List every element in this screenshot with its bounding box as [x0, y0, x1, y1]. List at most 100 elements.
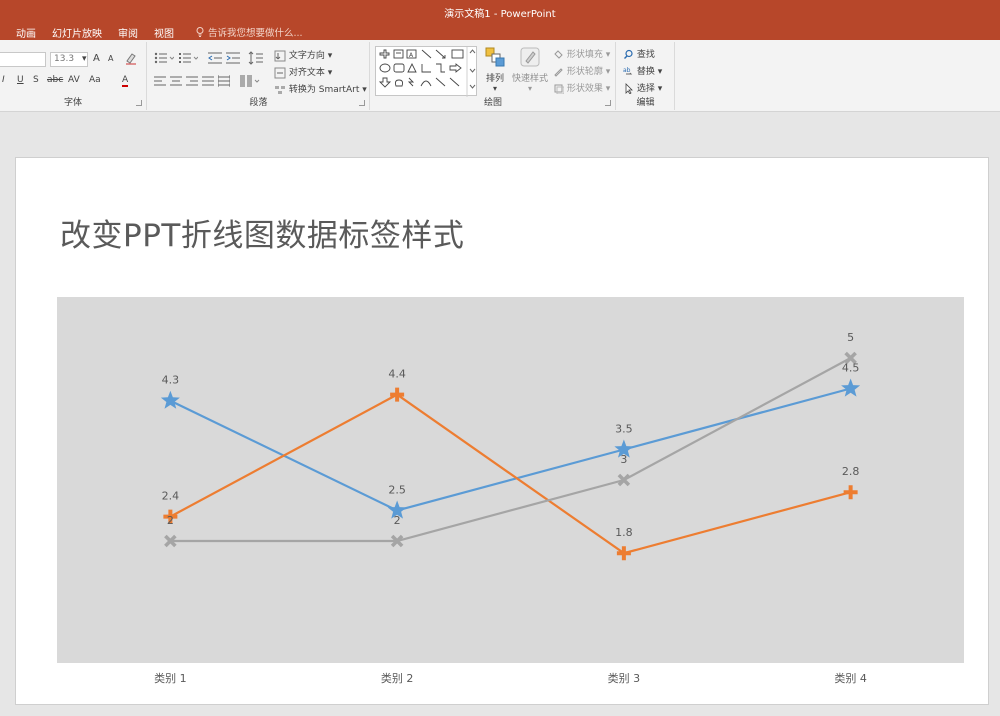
editing-group-label: 编辑 — [636, 98, 655, 108]
effects-icon — [554, 84, 564, 94]
paint-bucket-icon — [554, 50, 563, 59]
underline-button[interactable]: U — [17, 75, 24, 85]
drawing-dialog-launcher[interactable] — [605, 100, 611, 106]
tab-animations[interactable]: 动画 — [0, 25, 44, 40]
align-text-label: 对齐文本 — [288, 68, 325, 78]
pencil-icon — [554, 68, 563, 77]
font-group: 13.3 ▾ A A I U S abc AV Aa A 字体 — [0, 42, 147, 110]
text-direction-button[interactable]: 文字方向 ▾ — [274, 48, 332, 62]
shrink-font-button[interactable]: A — [108, 54, 113, 63]
font-size-dropdown-icon[interactable]: ▾ — [82, 54, 87, 64]
bullets-icon[interactable] — [154, 52, 175, 67]
font-name-field[interactable] — [0, 52, 46, 67]
decrease-indent-icon[interactable] — [208, 52, 222, 67]
ribbon-tabs: 动画 幻灯片放映 审阅 视图 告诉我您想要做什么... — [0, 24, 303, 40]
cursor-icon — [625, 83, 633, 94]
slide[interactable]: 改变PPT折线图数据标签样式 4.3 2.5 3.5 4.5 2.4 4.4 1.8 2.8 2… — [15, 157, 989, 705]
shapes-gallery[interactable]: A — [375, 46, 477, 97]
data-point-series1-1[interactable] — [160, 390, 180, 409]
data-label-series1-4[interactable]: 4.5 — [842, 362, 860, 375]
quick-styles-icon — [520, 47, 540, 67]
data-label-series2-2[interactable]: 4.4 — [388, 368, 406, 381]
data-label-series1-3[interactable]: 3.5 — [615, 423, 633, 436]
line-spacing-icon[interactable] — [248, 51, 268, 68]
strikethrough-button[interactable]: abc — [47, 75, 63, 85]
data-label-layer: 4.3 2.5 3.5 4.5 2.4 4.4 1.8 2.8 2 2 3 5 — [162, 331, 860, 539]
category-label-2[interactable]: 类别 2 — [381, 671, 414, 685]
select-label: 选择 — [636, 84, 655, 94]
search-icon — [624, 49, 633, 59]
category-axis: 类别 1 类别 2 类别 3 类别 4 — [154, 671, 867, 685]
shadow-button[interactable]: S — [33, 75, 39, 85]
find-label: 查找 — [636, 50, 655, 60]
align-left-icon[interactable] — [154, 75, 166, 90]
shape-effects-label: 形状效果 — [566, 84, 603, 94]
distributed-icon[interactable] — [217, 75, 231, 90]
title-bar: 演示文稿1 - PowerPoint 动画 幻灯片放映 审阅 视图 告诉我您想要… — [0, 0, 1000, 40]
justify-icon[interactable] — [202, 75, 214, 90]
drawing-group-label: 绘图 — [483, 98, 502, 108]
category-label-1[interactable]: 类别 1 — [154, 671, 187, 685]
columns-icon[interactable] — [240, 75, 260, 90]
data-label-series2-3[interactable]: 1.8 — [615, 526, 633, 539]
category-label-4[interactable]: 类别 4 — [834, 671, 867, 685]
category-label-3[interactable]: 类别 3 — [608, 671, 641, 685]
grow-font-button[interactable]: A — [93, 53, 100, 64]
replace-label: 替换 — [636, 67, 655, 77]
tell-me-box[interactable]: 告诉我您想要做什么... — [182, 25, 303, 39]
change-case-button[interactable]: Aa — [89, 75, 101, 85]
ribbon: 13.3 ▾ A A I U S abc AV Aa A 字体 文字方向 ▾ 对… — [0, 40, 1000, 112]
data-point-series1-4[interactable] — [841, 378, 861, 397]
italic-button[interactable]: I — [2, 75, 5, 85]
data-label-series3-2[interactable]: 2 — [394, 514, 401, 527]
shape-fill-button[interactable]: 形状填充 ▾ — [553, 47, 610, 60]
convert-smartart-label: 转换为 SmartArt — [288, 85, 360, 95]
clear-format-icon[interactable] — [124, 51, 138, 68]
data-label-series1-1[interactable]: 4.3 — [162, 374, 180, 387]
find-button[interactable]: 查找 — [623, 47, 655, 60]
paragraph-dialog-launcher[interactable] — [359, 100, 365, 106]
replace-button[interactable]: ab 替换 ▾ — [623, 64, 662, 77]
replace-icon: ab — [623, 67, 633, 75]
numbering-icon[interactable] — [178, 52, 199, 67]
char-spacing-button[interactable]: AV — [68, 75, 80, 85]
arrange-button[interactable]: 排列 ▾ — [483, 46, 507, 93]
select-button[interactable]: 选择 ▾ — [623, 81, 662, 94]
shape-fill-label: 形状填充 — [566, 50, 603, 60]
data-label-series3-4[interactable]: 5 — [847, 331, 854, 344]
data-label-series3-3[interactable]: 3 — [620, 453, 627, 466]
data-point-series2-4[interactable] — [843, 485, 858, 500]
editing-group: 查找 ab 替换 ▾ 选择 ▾ 编辑 — [617, 42, 675, 110]
data-label-series2-4[interactable]: 2.8 — [842, 465, 860, 478]
align-text-button[interactable]: 对齐文本 ▾ — [274, 65, 332, 79]
lightbulb-icon — [196, 27, 204, 37]
paragraph-group-label: 段落 — [249, 98, 268, 108]
shape-effects-button[interactable]: 形状效果 ▾ — [553, 81, 610, 94]
align-right-icon[interactable] — [186, 75, 198, 90]
drawing-group: A 排列 ▾ 快速样式 ▾ 形状填充 ▾ 形状轮廓 ▾ 形状效果 ▾ 绘图 — [371, 42, 616, 110]
tab-slideshow[interactable]: 幻灯片放映 — [44, 25, 110, 40]
series-line-2[interactable] — [169, 393, 851, 555]
convert-smartart-button[interactable]: 转换为 SmartArt ▾ — [274, 82, 367, 96]
series-line-1[interactable] — [169, 387, 851, 512]
font-dialog-launcher[interactable] — [136, 100, 142, 106]
shape-outline-button[interactable]: 形状轮廓 ▾ — [553, 64, 610, 77]
increase-indent-icon[interactable] — [226, 52, 240, 67]
data-label-series3-1[interactable]: 2 — [167, 514, 174, 527]
series-layer — [169, 357, 852, 555]
line-chart[interactable]: 4.32.53.54.52.44.41.82.82 235 类别 1 类别 2 类别 … — [16, 158, 990, 706]
data-point-series2-3[interactable] — [616, 546, 631, 561]
font-color-button[interactable]: A — [122, 75, 129, 87]
arrange-dropdown-icon: ▾ — [492, 84, 497, 93]
tab-view[interactable]: 视图 — [146, 25, 182, 40]
quick-styles-button[interactable]: 快速样式 ▾ — [509, 46, 551, 93]
data-label-series2-1[interactable]: 2.4 — [162, 490, 180, 503]
svg-text:ab: ab — [623, 67, 631, 74]
data-label-series1-2[interactable]: 2.5 — [388, 484, 406, 497]
font-group-label: 字体 — [63, 98, 82, 108]
align-center-icon[interactable] — [170, 75, 182, 90]
data-point-series2-2[interactable] — [390, 387, 405, 402]
arrange-icon — [485, 47, 505, 67]
paragraph-group: 文字方向 ▾ 对齐文本 ▾ 转换为 SmartArt ▾ 段落 — [148, 42, 370, 110]
tab-review[interactable]: 审阅 — [110, 25, 146, 40]
